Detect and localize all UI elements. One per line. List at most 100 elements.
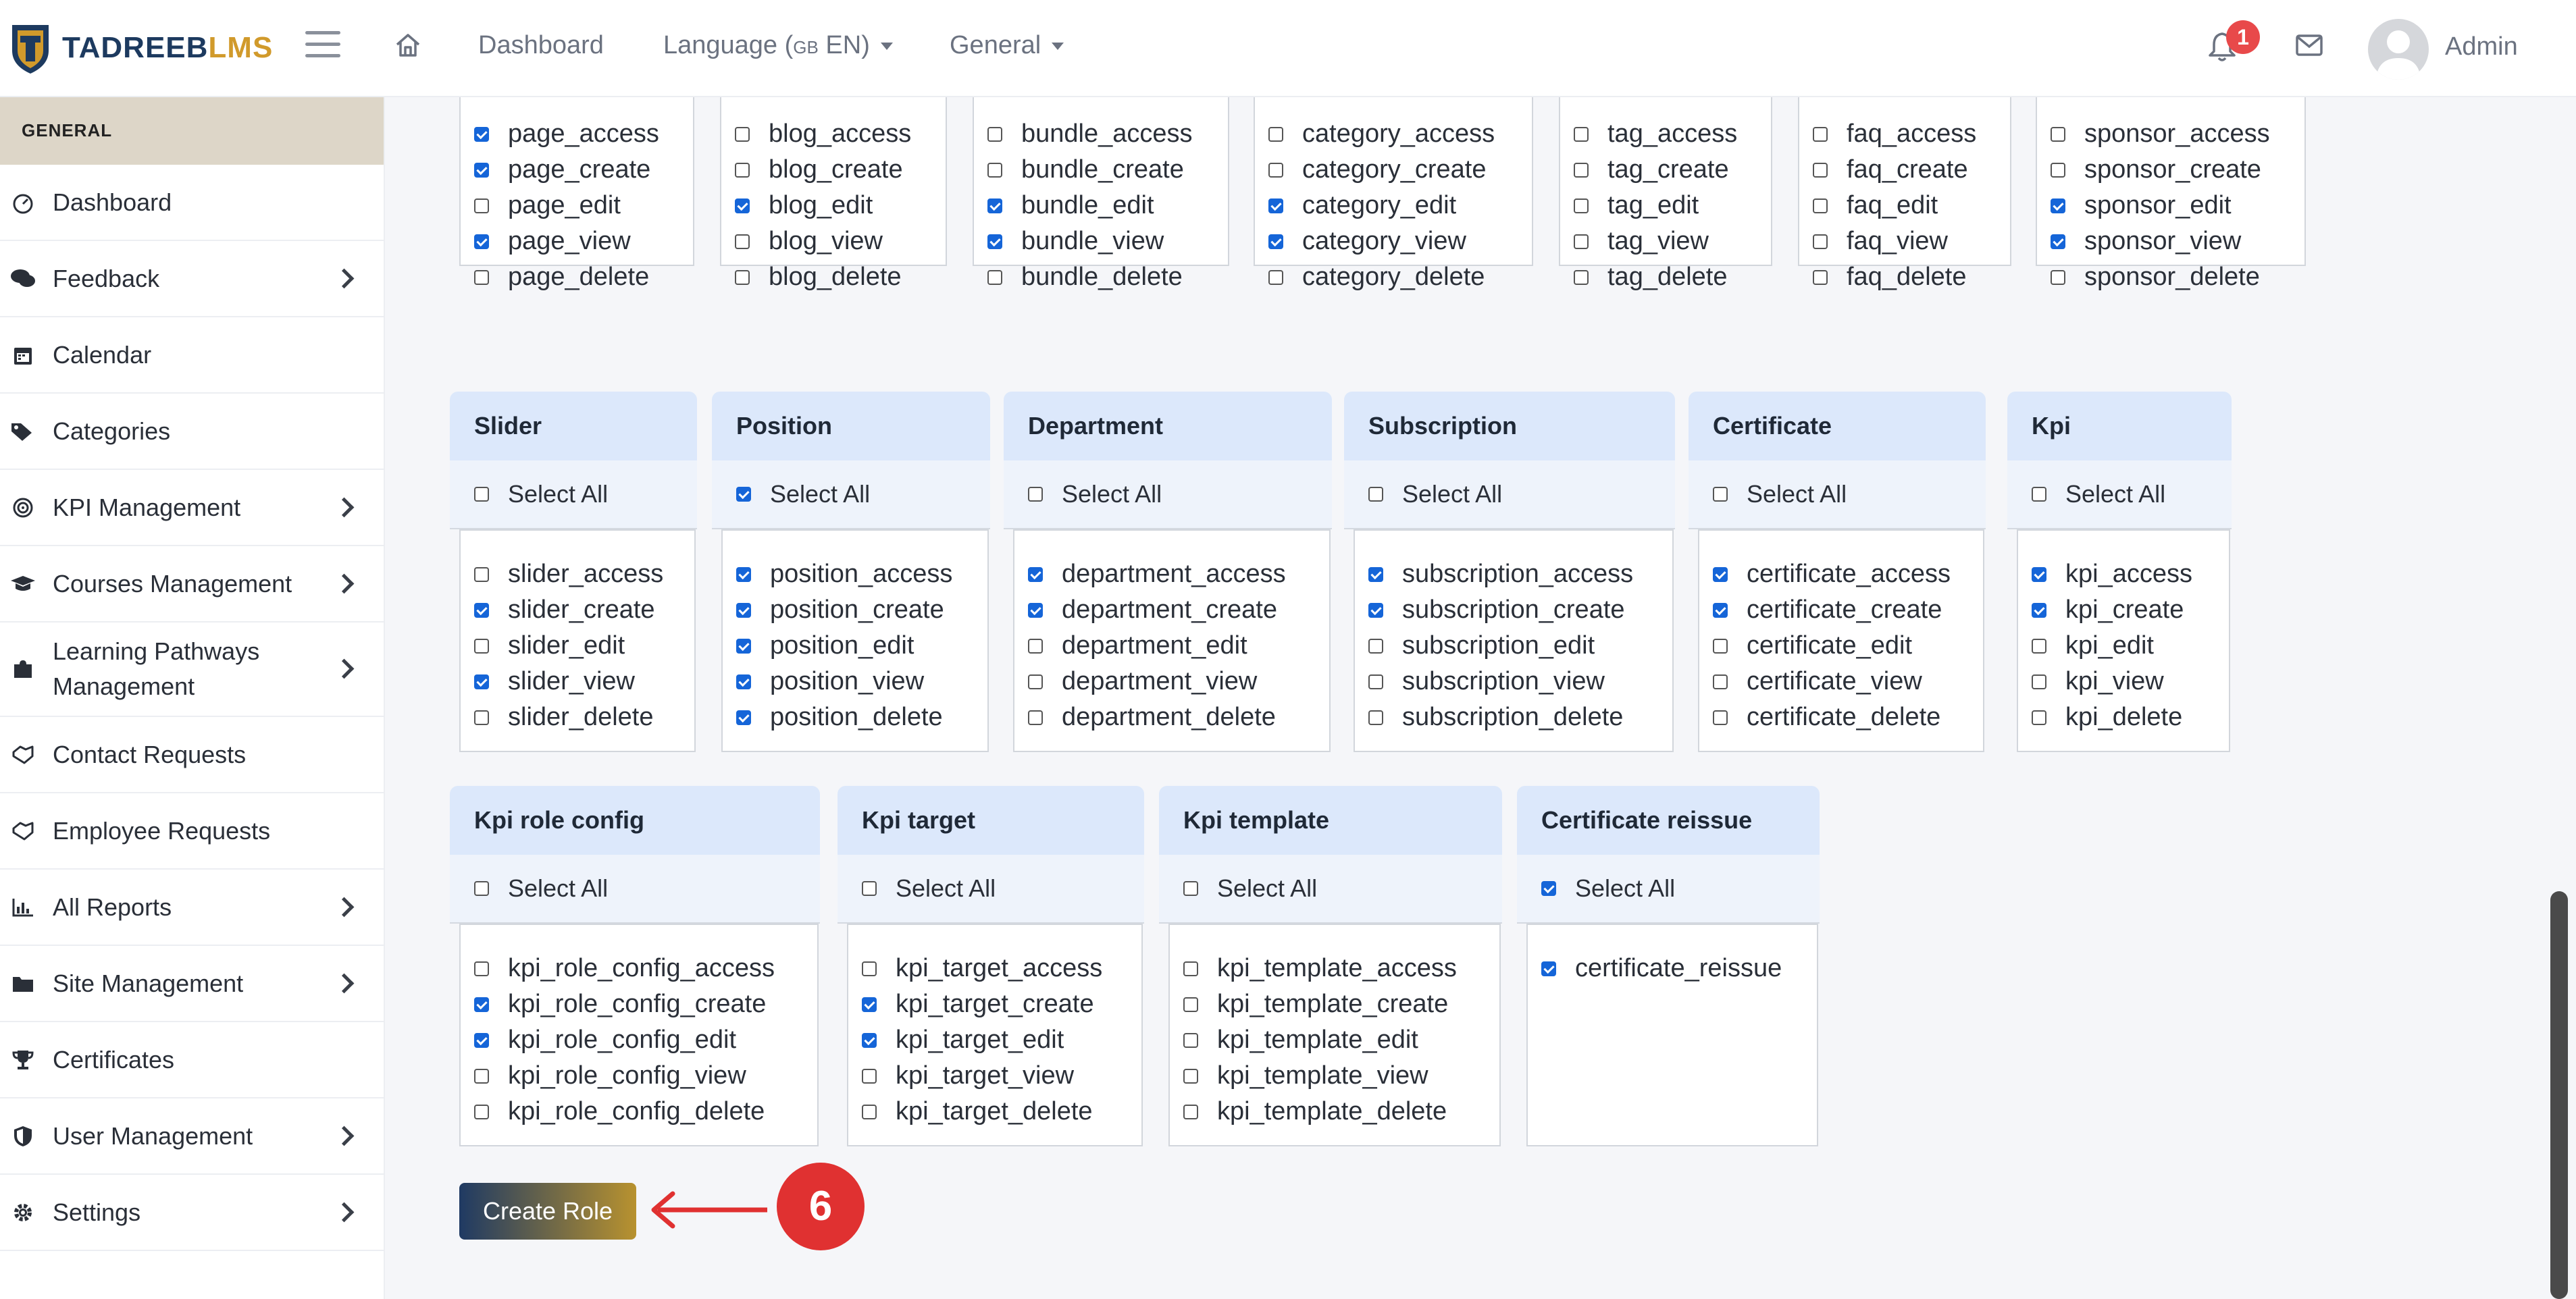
- checkbox[interactable]: [1028, 566, 1043, 582]
- permission-checkbox-category-view[interactable]: category_view: [1268, 223, 1532, 259]
- permission-checkbox-page-access[interactable]: page_access: [474, 116, 693, 152]
- checkbox[interactable]: [735, 269, 750, 285]
- checkbox[interactable]: [1028, 710, 1043, 725]
- checkbox[interactable]: [474, 638, 489, 654]
- checkbox[interactable]: [1368, 710, 1383, 725]
- checkbox[interactable]: [474, 881, 489, 896]
- checkbox[interactable]: [862, 1104, 877, 1119]
- permission-checkbox-blog-view[interactable]: blog_view: [735, 223, 946, 259]
- permission-checkbox-sponsor-access[interactable]: sponsor_access: [2051, 116, 2304, 152]
- checkbox[interactable]: [1713, 566, 1728, 582]
- permission-checkbox-faq-access[interactable]: faq_access: [1813, 116, 2010, 152]
- checkbox[interactable]: [1368, 566, 1383, 582]
- sidebar-item-feedback[interactable]: Feedback: [0, 241, 384, 317]
- home-icon[interactable]: [393, 30, 423, 59]
- permission-checkbox-kpi-edit[interactable]: kpi_edit: [2032, 628, 2229, 664]
- permission-checkbox-category-delete[interactable]: category_delete: [1268, 259, 1532, 295]
- checkbox[interactable]: [1541, 881, 1556, 896]
- select-all-checkbox[interactable]: Select All: [450, 460, 697, 529]
- permission-checkbox-kpi-template-delete[interactable]: kpi_template_delete: [1183, 1094, 1499, 1130]
- permission-checkbox-kpi-role-config-edit[interactable]: kpi_role_config_edit: [474, 1022, 817, 1058]
- nav-dashboard-link[interactable]: Dashboard: [478, 31, 604, 60]
- checkbox[interactable]: [1713, 487, 1728, 502]
- sidebar-item-categories[interactable]: Categories: [0, 394, 384, 470]
- permission-checkbox-kpi-role-config-view[interactable]: kpi_role_config_view: [474, 1058, 817, 1094]
- checkbox[interactable]: [735, 126, 750, 142]
- permission-checkbox-tag-delete[interactable]: tag_delete: [1574, 259, 1771, 295]
- permission-checkbox-kpi-target-delete[interactable]: kpi_target_delete: [862, 1094, 1141, 1130]
- permission-checkbox-kpi-role-config-delete[interactable]: kpi_role_config_delete: [474, 1094, 817, 1130]
- select-all-checkbox[interactable]: Select All: [712, 460, 990, 529]
- permission-checkbox-kpi-view[interactable]: kpi_view: [2032, 664, 2229, 699]
- permission-checkbox-kpi-access[interactable]: kpi_access: [2032, 556, 2229, 592]
- checkbox[interactable]: [862, 961, 877, 976]
- permission-checkbox-kpi-role-config-create[interactable]: kpi_role_config_create: [474, 986, 817, 1022]
- permission-checkbox-subscription-view[interactable]: subscription_view: [1368, 664, 1672, 699]
- permission-checkbox-bundle-delete[interactable]: bundle_delete: [987, 259, 1228, 295]
- permission-checkbox-department-create[interactable]: department_create: [1028, 592, 1329, 628]
- checkbox[interactable]: [2032, 638, 2046, 654]
- checkbox[interactable]: [474, 234, 489, 249]
- checkbox[interactable]: [1813, 234, 1828, 249]
- page-scrollbar[interactable]: [2550, 891, 2568, 1299]
- checkbox[interactable]: [735, 198, 750, 213]
- permission-checkbox-certificate-reissue[interactable]: certificate_reissue: [1541, 951, 1817, 986]
- checkbox[interactable]: [1574, 198, 1589, 213]
- permission-checkbox-page-view[interactable]: page_view: [474, 223, 693, 259]
- permission-checkbox-kpi-role-config-access[interactable]: kpi_role_config_access: [474, 951, 817, 986]
- permission-checkbox-kpi-template-create[interactable]: kpi_template_create: [1183, 986, 1499, 1022]
- checkbox[interactable]: [474, 566, 489, 582]
- permission-checkbox-department-view[interactable]: department_view: [1028, 664, 1329, 699]
- checkbox[interactable]: [1813, 198, 1828, 213]
- sidebar-item-dashboard[interactable]: Dashboard: [0, 165, 384, 241]
- checkbox[interactable]: [474, 162, 489, 178]
- checkbox[interactable]: [1028, 487, 1043, 502]
- select-all-checkbox[interactable]: Select All: [1159, 855, 1502, 924]
- permission-checkbox-subscription-delete[interactable]: subscription_delete: [1368, 699, 1672, 735]
- permission-checkbox-sponsor-edit[interactable]: sponsor_edit: [2051, 188, 2304, 223]
- checkbox[interactable]: [862, 1032, 877, 1048]
- permission-checkbox-kpi-target-edit[interactable]: kpi_target_edit: [862, 1022, 1141, 1058]
- checkbox[interactable]: [735, 234, 750, 249]
- select-all-checkbox[interactable]: Select All: [1517, 855, 1820, 924]
- permission-checkbox-faq-create[interactable]: faq_create: [1813, 152, 2010, 188]
- checkbox[interactable]: [1574, 162, 1589, 178]
- checkbox[interactable]: [1368, 638, 1383, 654]
- checkbox[interactable]: [2051, 198, 2065, 213]
- sidebar-item-courses-management[interactable]: Courses Management: [0, 546, 384, 622]
- admin-user-name[interactable]: Admin: [2445, 32, 2518, 61]
- permission-checkbox-page-edit[interactable]: page_edit: [474, 188, 693, 223]
- permission-checkbox-kpi-target-access[interactable]: kpi_target_access: [862, 951, 1141, 986]
- checkbox[interactable]: [1183, 961, 1198, 976]
- checkbox[interactable]: [1813, 162, 1828, 178]
- permission-checkbox-slider-create[interactable]: slider_create: [474, 592, 694, 628]
- sidebar-item-kpi-management[interactable]: KPI Management: [0, 470, 384, 546]
- checkbox[interactable]: [1268, 269, 1283, 285]
- permission-checkbox-position-access[interactable]: position_access: [736, 556, 987, 592]
- checkbox[interactable]: [1813, 126, 1828, 142]
- checkbox[interactable]: [1368, 674, 1383, 689]
- general-dropdown[interactable]: General: [950, 31, 1064, 60]
- checkbox[interactable]: [987, 162, 1002, 178]
- checkbox[interactable]: [2051, 162, 2065, 178]
- permission-checkbox-kpi-template-edit[interactable]: kpi_template_edit: [1183, 1022, 1499, 1058]
- permission-checkbox-position-view[interactable]: position_view: [736, 664, 987, 699]
- checkbox[interactable]: [987, 126, 1002, 142]
- checkbox[interactable]: [1268, 234, 1283, 249]
- permission-checkbox-page-delete[interactable]: page_delete: [474, 259, 693, 295]
- checkbox[interactable]: [862, 997, 877, 1012]
- mail-icon[interactable]: [2295, 34, 2323, 57]
- checkbox[interactable]: [1183, 1068, 1198, 1084]
- permission-checkbox-bundle-view[interactable]: bundle_view: [987, 223, 1228, 259]
- permission-checkbox-category-edit[interactable]: category_edit: [1268, 188, 1532, 223]
- checkbox[interactable]: [2032, 487, 2046, 502]
- checkbox[interactable]: [2032, 674, 2046, 689]
- checkbox[interactable]: [474, 710, 489, 725]
- permission-checkbox-bundle-access[interactable]: bundle_access: [987, 116, 1228, 152]
- permission-checkbox-tag-view[interactable]: tag_view: [1574, 223, 1771, 259]
- permission-checkbox-sponsor-view[interactable]: sponsor_view: [2051, 223, 2304, 259]
- permission-checkbox-kpi-create[interactable]: kpi_create: [2032, 592, 2229, 628]
- checkbox[interactable]: [987, 234, 1002, 249]
- checkbox[interactable]: [1183, 881, 1198, 896]
- sidebar-item-all-reports[interactable]: All Reports: [0, 870, 384, 946]
